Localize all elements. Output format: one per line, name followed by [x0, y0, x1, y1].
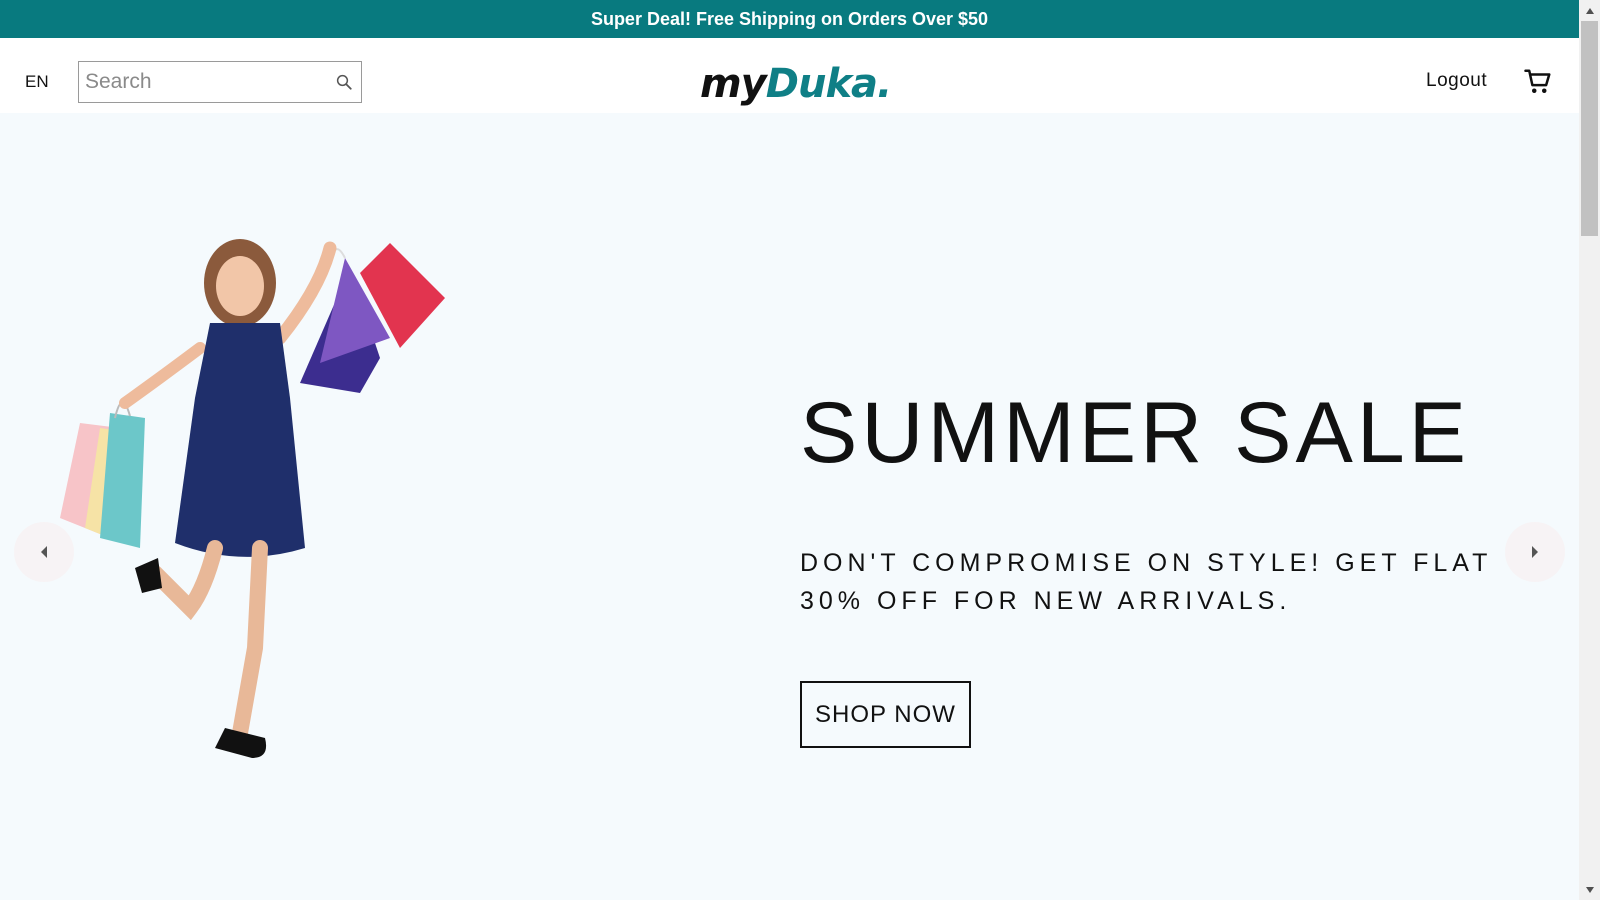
hero-subtitle: DON'T COMPROMISE ON STYLE! GET FLAT 30% …	[800, 549, 1492, 615]
logo-part-duka: Duka	[765, 61, 878, 107]
scroll-up-arrow-icon[interactable]	[1579, 0, 1600, 21]
shopping-cart-icon[interactable]	[1523, 67, 1553, 97]
logo-part-dot: .	[877, 61, 892, 107]
hero-title: SUMMER SALE	[800, 385, 1471, 481]
logo-part-my: my	[700, 61, 767, 107]
vertical-scrollbar[interactable]	[1579, 0, 1600, 900]
search-input[interactable]	[85, 62, 325, 102]
hero-model-image	[60, 239, 445, 758]
chevron-left-icon	[41, 546, 47, 558]
announcement-bar: Super Deal! Free Shipping on Orders Over…	[0, 0, 1579, 38]
hero-banner: SUMMER SALE DON'T COMPROMISE ON STYLE! G…	[0, 113, 1579, 900]
scroll-down-arrow-icon[interactable]	[1579, 879, 1600, 900]
search-icon[interactable]	[335, 73, 353, 91]
search-box	[78, 61, 362, 103]
carousel-prev-button[interactable]	[14, 522, 74, 582]
scrollbar-thumb[interactable]	[1581, 21, 1598, 236]
shop-now-button[interactable]: SHOP NOW	[800, 681, 971, 748]
announcement-text: Super Deal! Free Shipping on Orders Over…	[590, 8, 989, 29]
chevron-right-icon	[1532, 546, 1538, 558]
language-selector[interactable]: EN	[25, 72, 49, 92]
logout-link[interactable]: Logout	[1426, 70, 1487, 92]
site-logo[interactable]: myDuka.	[700, 58, 892, 110]
